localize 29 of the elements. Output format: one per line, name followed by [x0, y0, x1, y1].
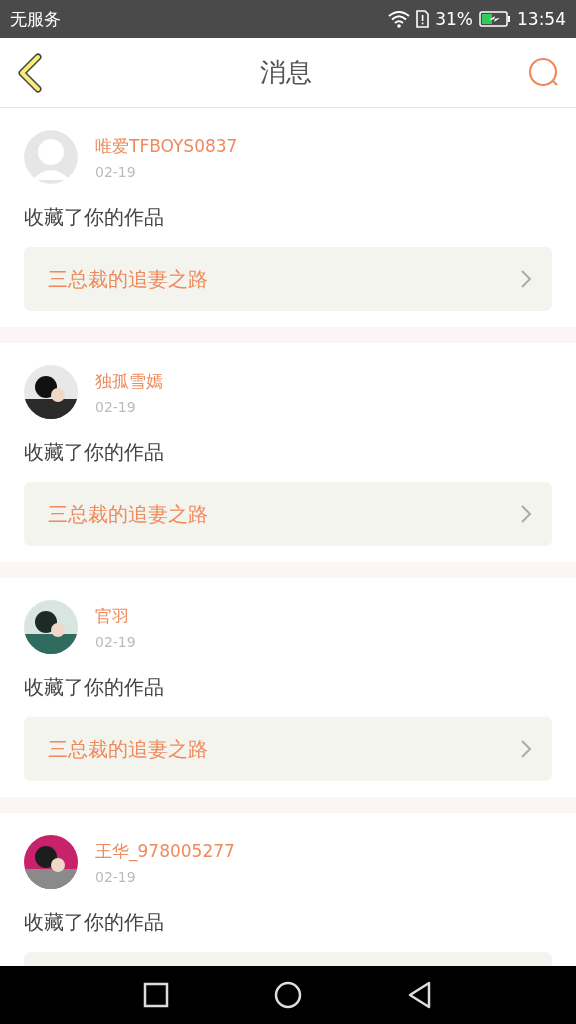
back-icon[interactable]	[16, 52, 44, 93]
chevron-right-icon	[520, 269, 532, 289]
user-name[interactable]: 唯爱TFBOYS0837	[95, 134, 238, 158]
battery-charging-icon	[479, 11, 511, 27]
work-link[interactable]: 三总裁的追妻之路	[24, 247, 552, 311]
message-date: 02-19	[95, 868, 137, 885]
wifi-icon	[388, 10, 411, 28]
user-name[interactable]: 官羽	[95, 604, 136, 628]
message-text: 收藏了你的作品	[24, 204, 165, 231]
user-name[interactable]: 独孤雪嫣	[95, 369, 163, 393]
user-name[interactable]: 王华_978005277	[95, 839, 235, 863]
battery-percent: 31%	[435, 9, 473, 29]
chevron-right-icon	[520, 504, 532, 524]
chevron-right-icon	[520, 739, 532, 759]
clock-time: 13:54	[517, 9, 566, 29]
carrier-text: 无服务	[10, 7, 61, 31]
recent-apps-icon[interactable]	[142, 982, 169, 1008]
default-avatar-icon	[24, 130, 78, 184]
work-link[interactable]: 三总裁的追妻之路	[24, 482, 552, 546]
work-link[interactable]: 三总裁的追妻之路	[24, 717, 552, 781]
message-date: 02-19	[95, 633, 136, 650]
message-text: 收藏了你的作品	[24, 439, 165, 466]
home-icon[interactable]	[274, 981, 302, 1009]
sim-alert-icon	[416, 10, 430, 28]
message-text: 收藏了你的作品	[24, 909, 165, 936]
page-title: 消息	[259, 56, 313, 89]
message-date: 02-19	[95, 398, 137, 415]
message-date: 02-19	[95, 163, 137, 180]
message-text: 收藏了你的作品	[24, 674, 165, 701]
